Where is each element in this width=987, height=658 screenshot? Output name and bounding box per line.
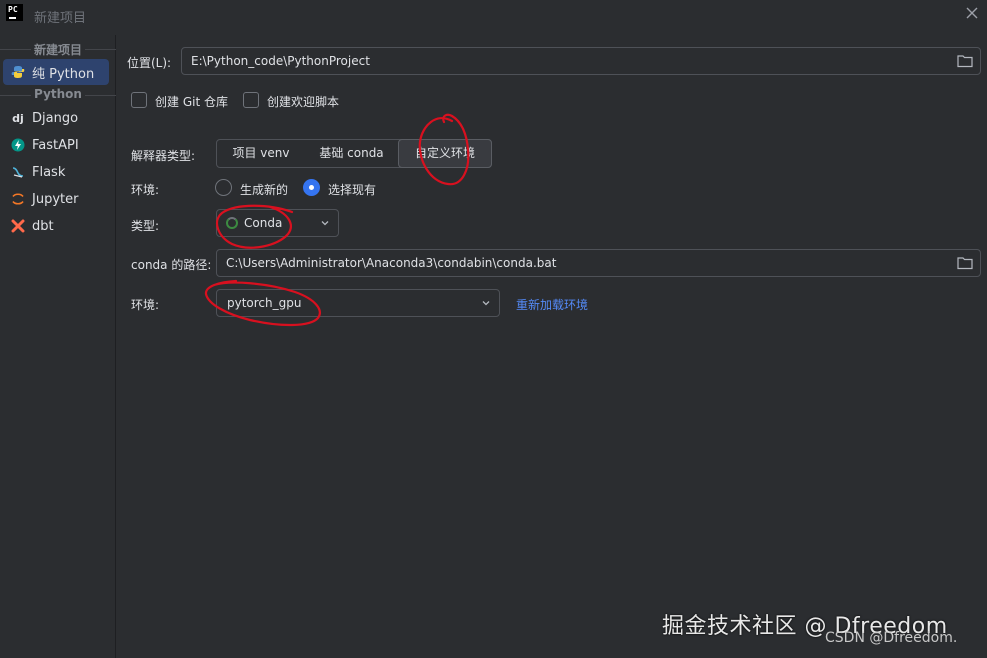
fastapi-icon <box>11 138 25 152</box>
pycharm-logo-icon: PC <box>6 4 23 21</box>
csdn-watermark: CSDN @Dfreedom. <box>825 630 958 646</box>
conda-path-value: C:\Users\Administrator\Anaconda3\condabi… <box>226 256 557 270</box>
django-icon: dj <box>12 111 24 125</box>
chevron-down-icon <box>482 301 490 306</box>
interpreter-type-label: 解释器类型: <box>131 149 196 163</box>
sidebar-item-label: FastAPI <box>32 137 79 153</box>
folder-icon[interactable] <box>957 256 973 270</box>
env-existing-radio[interactable] <box>303 179 320 196</box>
sidebar-item-label: 纯 Python <box>32 66 95 82</box>
env-new-label: 生成新的 <box>240 183 289 197</box>
dbt-icon <box>11 219 25 233</box>
env-label: 环境: <box>131 183 160 197</box>
reload-env-link[interactable]: 重新加载环境 <box>516 296 588 313</box>
type-value: Conda <box>244 216 283 230</box>
sidebar-item-django[interactable]: dj Django <box>3 105 109 131</box>
sidebar-item-label: dbt <box>32 218 54 234</box>
loading-spinner-icon <box>226 217 238 229</box>
conda-path-label: conda 的路径: <box>131 258 212 272</box>
create-welcome-checkbox[interactable] <box>243 92 259 108</box>
chevron-down-icon <box>321 221 329 226</box>
flask-icon <box>12 167 24 178</box>
close-icon[interactable] <box>963 4 981 22</box>
sidebar-item-label: Jupyter <box>32 191 79 207</box>
type-dropdown[interactable]: Conda <box>216 209 339 237</box>
location-label: 位置(L): <box>127 56 172 70</box>
sidebar-item-label: Flask <box>32 164 66 180</box>
create-git-checkbox[interactable] <box>131 92 147 108</box>
location-input[interactable]: E:\Python_code\PythonProject <box>181 47 981 75</box>
sidebar-item-label: Django <box>32 110 79 126</box>
title-bar: PC 新建项目 <box>0 0 987 30</box>
main-panel: 位置(L): E:\Python_code\PythonProject 创建 G… <box>117 35 987 658</box>
tab-project-venv[interactable]: 项目 venv <box>217 140 305 167</box>
env-existing-label: 选择现有 <box>328 183 377 197</box>
sidebar: 新建项目 纯 Python Python dj Django FastAPI F… <box>0 35 116 658</box>
env2-label: 环境: <box>131 298 160 312</box>
create-git-label: 创建 Git 仓库 <box>155 95 228 109</box>
sidebar-item-flask[interactable]: Flask <box>3 159 109 185</box>
conda-path-input[interactable]: C:\Users\Administrator\Anaconda3\condabi… <box>216 249 981 277</box>
python-icon <box>11 66 25 78</box>
sidebar-group-python: Python <box>0 87 116 103</box>
create-welcome-label: 创建欢迎脚本 <box>267 95 340 109</box>
sidebar-item-jupyter[interactable]: Jupyter <box>3 186 109 212</box>
conda-env-dropdown[interactable]: pytorch_gpu <box>216 289 500 317</box>
location-value: E:\Python_code\PythonProject <box>191 54 370 68</box>
type-label: 类型: <box>131 219 160 233</box>
sidebar-item-dbt[interactable]: dbt <box>3 213 109 239</box>
tab-base-conda[interactable]: 基础 conda <box>305 140 398 167</box>
sidebar-item-pure-python[interactable]: 纯 Python <box>3 59 109 85</box>
jupyter-icon <box>12 193 24 205</box>
env-new-radio[interactable] <box>215 179 232 196</box>
tab-custom-env[interactable]: 自定义环境 <box>398 139 492 168</box>
conda-env-value: pytorch_gpu <box>227 296 302 310</box>
interpreter-type-selector: 项目 venv 基础 conda 自定义环境 <box>216 139 492 168</box>
sidebar-group-new-project: 新建项目 <box>0 41 116 57</box>
window-title: 新建项目 <box>34 11 87 26</box>
folder-icon[interactable] <box>957 54 973 68</box>
sidebar-item-fastapi[interactable]: FastAPI <box>3 132 109 158</box>
